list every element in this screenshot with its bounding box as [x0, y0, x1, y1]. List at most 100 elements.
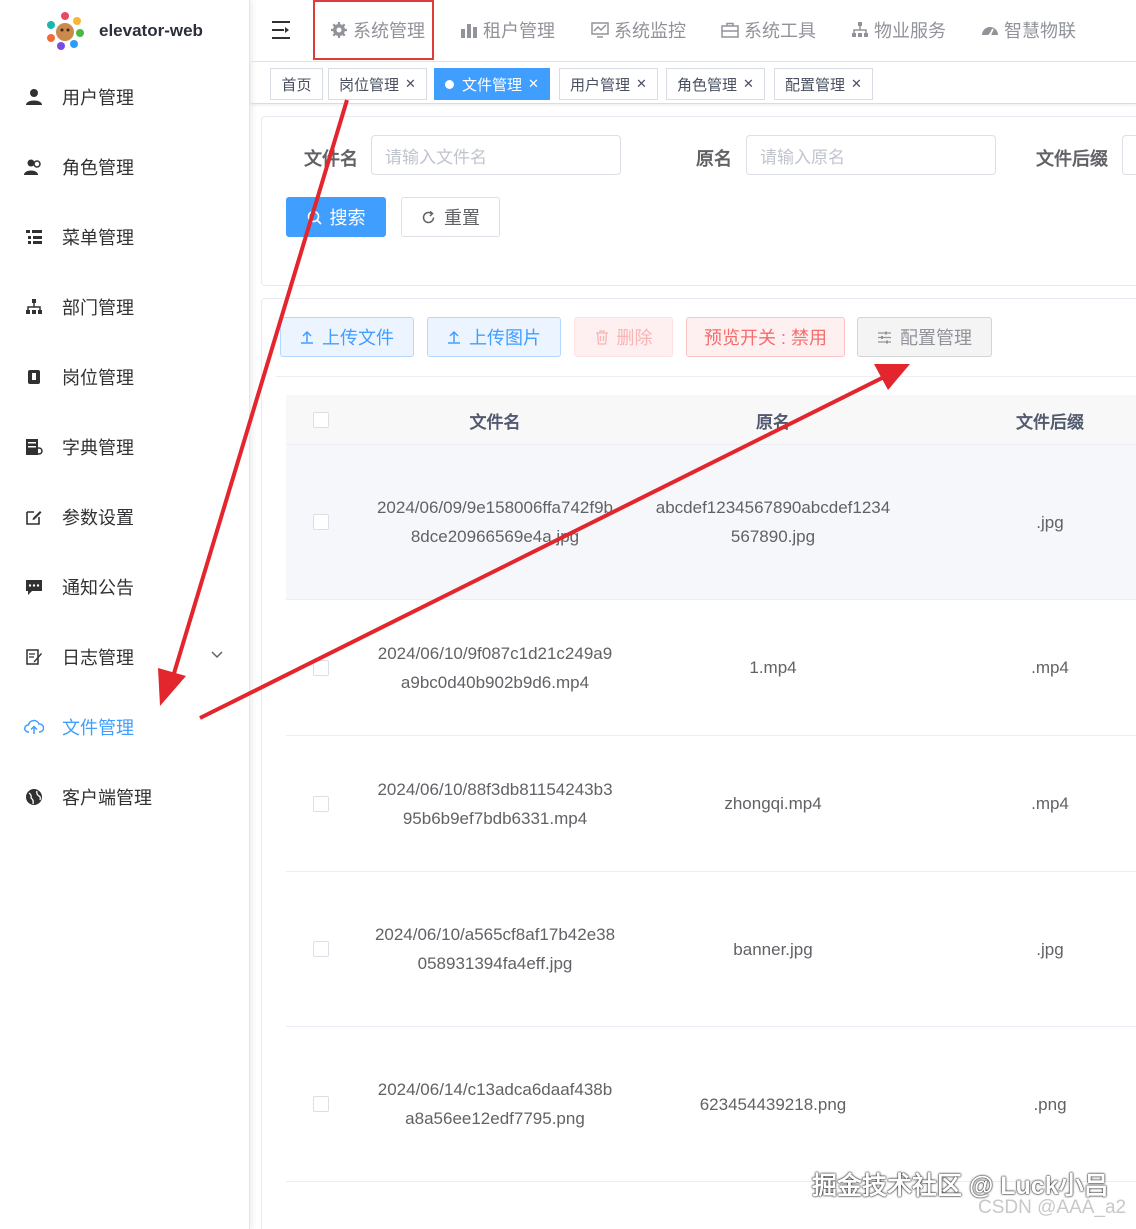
sliders-icon	[877, 331, 892, 344]
org-tree-icon	[851, 21, 869, 39]
active-dot	[445, 79, 454, 89]
top-navbar: 系统管理 租户管理 系统监控 系统工具 物业服务 智慧物联	[251, 0, 1136, 62]
filename-placeholder: 请输入文件名	[385, 147, 487, 167]
sidebar-item-label: 角色管理	[62, 158, 134, 178]
monitor-icon	[591, 21, 609, 39]
topnav-tenant-management[interactable]: 租户管理	[460, 0, 555, 60]
sidebar-item-post[interactable]: 岗位管理	[0, 342, 249, 412]
upload-file-button[interactable]: 上传文件	[280, 317, 414, 357]
config-management-button[interactable]: 配置管理	[857, 317, 992, 357]
row-checkbox[interactable]	[313, 1096, 329, 1112]
filename-line: 2024/06/14/c13adca6daaf438b	[377, 1080, 613, 1099]
sidebar-item-client[interactable]: 客户端管理	[0, 762, 249, 832]
filename-line: 058931394fa4eff.jpg	[417, 954, 573, 973]
sidebar-item-config[interactable]: 参数设置	[0, 482, 249, 552]
sidebar-item-label: 日志管理	[62, 648, 134, 668]
app-root: elevator-web 用户管理 角色管理 菜单管理 部门管理 岗位管理 字典…	[0, 0, 1136, 1229]
search-icon	[307, 210, 322, 225]
table-row[interactable]: 2024/06/10/88f3db81154243b3 95b6b9ef7bdb6…	[286, 736, 1136, 872]
sidebar-item-dict[interactable]: 字典管理	[0, 412, 249, 482]
close-icon[interactable]: ✕	[528, 76, 539, 92]
search-button[interactable]: 搜索	[286, 197, 386, 237]
original-name-input[interactable]: 请输入原名	[746, 135, 996, 175]
tag-file-management[interactable]: 文件管理 ✕	[434, 68, 550, 100]
filename-line: a8a56ee12edf7795.png	[405, 1109, 585, 1128]
cell-filename: 2024/06/10/9f087c1d21c249a9 a9bc0d40b902b…	[356, 600, 634, 735]
topnav-label: 系统工具	[744, 21, 816, 41]
topnav-property-service[interactable]: 物业服务	[851, 0, 946, 60]
table-header: 文件名 原名 文件后缀	[286, 395, 1136, 445]
tag-role-management[interactable]: 角色管理 ✕	[666, 68, 765, 100]
sidebar-item-role[interactable]: 角色管理	[0, 132, 249, 202]
upload-file-label: 上传文件	[322, 328, 394, 348]
sidebar-item-label: 部门管理	[62, 298, 134, 318]
column-header-filename[interactable]: 文件名	[376, 395, 614, 445]
cell-original-name: 623454439218.png	[699, 1094, 847, 1114]
topnav-label: 系统监控	[614, 21, 686, 41]
tree-icon	[24, 297, 44, 317]
cell-original-name: 1.mp4	[749, 658, 797, 677]
reset-button-label: 重置	[444, 208, 480, 228]
filename-line: 2024/06/10/a565cf8af17b42e38	[374, 925, 616, 944]
sidebar-item-dept[interactable]: 部门管理	[0, 272, 249, 342]
sidebar-item-notice[interactable]: 通知公告	[0, 552, 249, 622]
tag-post-management[interactable]: 岗位管理 ✕	[328, 68, 427, 100]
table-row[interactable]: 2024/06/09/9e158006ffa742f9b 8dce20966569…	[286, 445, 1136, 600]
logo-area[interactable]: elevator-web	[0, 0, 249, 62]
close-icon[interactable]: ✕	[743, 76, 754, 92]
preview-toggle-button[interactable]: 预览开关 : 禁用	[686, 317, 845, 357]
row-checkbox[interactable]	[313, 514, 329, 530]
column-header-suffix[interactable]: 文件后缀	[976, 395, 1124, 445]
dict-icon	[24, 437, 44, 457]
upload-icon	[300, 330, 314, 344]
hamburger-icon[interactable]	[271, 19, 293, 41]
bar-chart-icon	[460, 21, 478, 39]
row-checkbox[interactable]	[313, 941, 329, 957]
row-checkbox[interactable]	[313, 660, 329, 676]
app-title: elevator-web	[99, 21, 203, 40]
topnav-system-management[interactable]: 系统管理	[313, 0, 434, 60]
log-icon	[24, 647, 44, 667]
topnav-smart-iot[interactable]: 智慧物联	[981, 0, 1076, 60]
sidebar-item-label: 参数设置	[62, 508, 134, 528]
watermark-csdn: CSDN @AAA_a2	[978, 1197, 1127, 1218]
cell-original-name: banner.jpg	[733, 939, 813, 959]
delete-button[interactable]: 删除	[574, 317, 673, 357]
tag-user-management[interactable]: 用户管理 ✕	[559, 68, 658, 100]
table-row[interactable]: 2024/06/10/9f087c1d21c249a9 a9bc0d40b902b…	[286, 600, 1136, 736]
sidebar-item-menu[interactable]: 菜单管理	[0, 202, 249, 272]
message-icon	[24, 577, 44, 597]
table-row[interactable]: 2024/06/14/c13adca6daaf438b a8a56ee12edf7…	[286, 1027, 1136, 1182]
sidebar-item-user[interactable]: 用户管理	[0, 62, 249, 132]
cell-suffix: .jpg	[1036, 512, 1064, 532]
cell-suffix: .mp4	[1031, 658, 1069, 677]
table-row[interactable]: 2024/06/10/a565cf8af17b42e38 058931394fa4…	[286, 872, 1136, 1027]
sidebar-item-log[interactable]: 日志管理	[0, 622, 249, 692]
topnav-system-tools[interactable]: 系统工具	[721, 0, 816, 60]
filename-line: 2024/06/10/88f3db81154243b3	[377, 779, 613, 799]
close-icon[interactable]: ✕	[405, 76, 416, 92]
reset-button[interactable]: 重置	[401, 197, 500, 237]
row-checkbox[interactable]	[313, 796, 329, 812]
gear-icon	[330, 21, 348, 39]
chevron-down-icon[interactable]	[211, 648, 223, 662]
close-icon[interactable]: ✕	[636, 76, 647, 92]
tags-view: 首页 岗位管理 ✕ 文件管理 ✕ 用户管理 ✕ 角色管理 ✕ 配置管理 ✕	[251, 62, 1136, 104]
upload-image-button[interactable]: 上传图片	[427, 317, 561, 357]
original-line: abcdef1234567890abcdef1234	[655, 498, 891, 517]
cell-suffix: .png	[1033, 1094, 1067, 1114]
trash-icon	[595, 329, 609, 345]
toolbar-divider	[276, 376, 1136, 377]
column-header-original-name[interactable]: 原名	[636, 395, 910, 445]
topnav-system-monitor[interactable]: 系统监控	[591, 0, 686, 60]
sidebar-item-file[interactable]: 文件管理	[0, 692, 249, 762]
close-icon[interactable]: ✕	[851, 76, 862, 92]
tag-home[interactable]: 首页	[270, 68, 323, 100]
tag-config-management[interactable]: 配置管理 ✕	[774, 68, 873, 100]
select-all-checkbox[interactable]	[313, 412, 329, 428]
filename-line: 2024/06/10/9f087c1d21c249a9	[377, 643, 613, 663]
original-line: 567890.jpg	[730, 527, 816, 546]
suffix-input[interactable]	[1122, 135, 1136, 175]
filename-input[interactable]: 请输入文件名	[371, 135, 621, 175]
upload-icon	[447, 330, 461, 344]
